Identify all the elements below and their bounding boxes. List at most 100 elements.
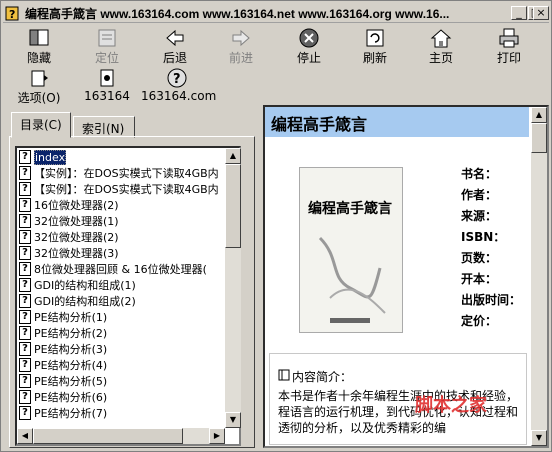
hscroll-thumb[interactable] — [33, 428, 183, 444]
cover-title: 编程高手箴言 — [308, 201, 392, 217]
content-pane: 编程高手箴言 编程高手箴言 书名： 作者： 来源： ISBN： 页数： 开本： … — [263, 105, 549, 448]
hide-label: 隐藏 — [26, 51, 51, 65]
tree-item[interactable]: ? GDI的结构和组成(1) — [19, 278, 136, 294]
scroll-up-button[interactable]: ▲ — [225, 148, 241, 164]
print-label: 打印 — [496, 51, 521, 65]
link-163164-button[interactable]: 163164 — [79, 67, 135, 105]
content-vertical-scrollbar[interactable]: ▲ ▼ — [531, 107, 547, 446]
forward-button[interactable]: 前进 — [213, 27, 269, 65]
print-icon — [499, 28, 519, 48]
tree-item[interactable]: ? 【实例】：在DOS实模式下读取4GB内 — [19, 182, 219, 198]
tree-vertical-scrollbar[interactable]: ▲ ▼ — [225, 148, 241, 428]
help-book-icon: ? — [5, 6, 19, 21]
svg-text:?: ? — [9, 8, 15, 21]
title-bar[interactable]: ? 编程高手箴言 www.163164.com www.163164.net w… — [3, 3, 549, 23]
book-cover-image: 编程高手箴言 — [299, 167, 403, 333]
help-topic-icon: ? — [19, 166, 31, 180]
meta-source-label: 来源： — [461, 209, 498, 223]
help-icon: ? — [167, 68, 187, 88]
contents-tree[interactable]: ? index? 【实例】：在DOS实模式下读取4GB内? 【实例】：在DOS实模式下… — [15, 146, 241, 446]
intro-heading: 内容简介： — [292, 370, 353, 384]
tree-item-label: PE结构分析(3) — [34, 343, 108, 356]
refresh-icon — [366, 29, 384, 47]
content-scroll-thumb[interactable] — [531, 123, 547, 153]
scroll-thumb[interactable] — [225, 164, 241, 248]
tree-item[interactable]: ? 32位微处理器(1) — [19, 214, 119, 230]
tree-item[interactable]: ? PE结构分析(1) — [19, 310, 107, 326]
tree-item[interactable]: ? 16位微处理器(2) — [19, 198, 119, 214]
link-163164-com-button[interactable]: ? 163164.com — [141, 67, 216, 105]
tree-item[interactable]: ? PE结构分析(6) — [19, 390, 107, 406]
scroll-right-button[interactable]: ▶ — [209, 428, 225, 444]
tree-item[interactable]: ? PE结构分析(3) — [19, 342, 107, 358]
hide-button[interactable]: 隐藏 — [11, 27, 67, 65]
tree-item[interactable]: ? 8位微处理器回顾 & 16位微处理器( — [19, 262, 207, 278]
tree-item-label: PE结构分析(7) — [34, 407, 108, 420]
help-topic-icon: ? — [19, 326, 31, 340]
page-icon — [100, 69, 114, 87]
tree-item-label: GDI的结构和组成(2) — [34, 295, 136, 308]
tree-item[interactable]: ? index — [19, 150, 67, 166]
tree-item[interactable]: ? 【实例】：在DOS实模式下读取4GB内 — [19, 166, 219, 182]
locate-icon — [98, 29, 116, 47]
close-button[interactable]: × — [533, 6, 549, 20]
navigation-pane: 目录(C) 索引(N) ? index? 【实例】：在DOS实模式下读取4GB内? 【… — [5, 108, 259, 448]
forward-label: 前进 — [228, 51, 253, 65]
refresh-button[interactable]: 刷新 — [347, 27, 403, 65]
meta-format-label: 开本： — [461, 272, 498, 286]
tree-item[interactable]: ? GDI的结构和组成(2) — [19, 294, 136, 310]
minimize-button[interactable]: _ — [511, 6, 527, 20]
tree-item[interactable]: ? 32位微处理器(2) — [19, 230, 119, 246]
scroll-down-button[interactable]: ▼ — [225, 412, 241, 428]
tree-item[interactable]: ? 32位微处理器(3) — [19, 246, 119, 262]
tree-item-label: 【实例】：在DOS实模式下读取4GB内 — [34, 183, 219, 196]
scroll-left-button[interactable]: ◀ — [17, 428, 33, 444]
meta-author-label: 作者： — [461, 188, 498, 202]
help-topic-icon: ? — [19, 214, 31, 228]
help-topic-icon: ? — [19, 374, 31, 388]
tab-contents[interactable]: 目录(C) — [11, 112, 71, 138]
tree-item[interactable]: ? PE结构分析(5) — [19, 374, 107, 390]
tree-item-label: PE结构分析(2) — [34, 327, 108, 340]
help-topic-icon: ? — [19, 390, 31, 404]
content-scroll-down-button[interactable]: ▼ — [531, 430, 547, 446]
toolbar: 隐藏 定位 后退 前进 停止 刷新 主页 打印 选项(O) 163164 ? 1… — [3, 25, 549, 105]
back-button[interactable]: 后退 — [147, 27, 203, 65]
tree-item-label: 16位微处理器(2) — [34, 199, 119, 212]
publisher-logo — [330, 318, 370, 323]
tree-item-label: PE结构分析(1) — [34, 311, 108, 324]
content-scroll-up-button[interactable]: ▲ — [531, 107, 547, 123]
help-topic-icon: ? — [19, 358, 31, 372]
refresh-label: 刷新 — [362, 51, 387, 65]
options-label: 选项(O) — [17, 91, 61, 105]
tree-horizontal-scrollbar[interactable]: ◀ ▶ — [17, 428, 225, 444]
meta-title-label: 书名： — [461, 167, 498, 181]
help-topic-icon: ? — [19, 246, 31, 260]
tree-item[interactable]: ? PE结构分析(7) — [19, 406, 107, 422]
tree-item-label: 8位微处理器回顾 & 16位微处理器( — [34, 263, 207, 276]
stop-button[interactable]: 停止 — [281, 27, 337, 65]
stop-label: 停止 — [296, 51, 321, 65]
watermark: 脚本之家 — [415, 395, 487, 416]
cover-calligraphy-art — [318, 236, 386, 314]
tree-item-label: 32位微处理器(3) — [34, 247, 119, 260]
help-topic-icon: ? — [19, 278, 31, 292]
tree-item-label: PE结构分析(5) — [34, 375, 108, 388]
tab-index[interactable]: 索引(N) — [73, 116, 135, 138]
help-topic-icon: ? — [19, 310, 31, 324]
home-button[interactable]: 主页 — [413, 27, 469, 65]
hide-icon — [29, 29, 49, 46]
tree-item[interactable]: ? PE结构分析(2) — [19, 326, 107, 342]
tree-item[interactable]: ? PE结构分析(4) — [19, 358, 107, 374]
intro-text: 本书是作者十余年编程生涯中的技术和经验，程语言的运行机理，到代码优化，认知过程和… — [278, 389, 519, 435]
print-button[interactable]: 打印 — [481, 27, 537, 65]
help-topic-icon: ? — [19, 262, 31, 276]
back-arrow-icon — [166, 29, 184, 47]
options-button[interactable]: 选项(O) — [11, 67, 67, 105]
help-topic-icon: ? — [19, 406, 31, 420]
meta-pages-label: 页数： — [461, 251, 498, 265]
help-viewer-window: ? 编程高手箴言 www.163164.com www.163164.net w… — [0, 0, 552, 452]
locate-button[interactable]: 定位 — [79, 27, 135, 65]
book-title-header: 编程高手箴言 — [265, 107, 529, 137]
stop-icon — [299, 28, 319, 48]
